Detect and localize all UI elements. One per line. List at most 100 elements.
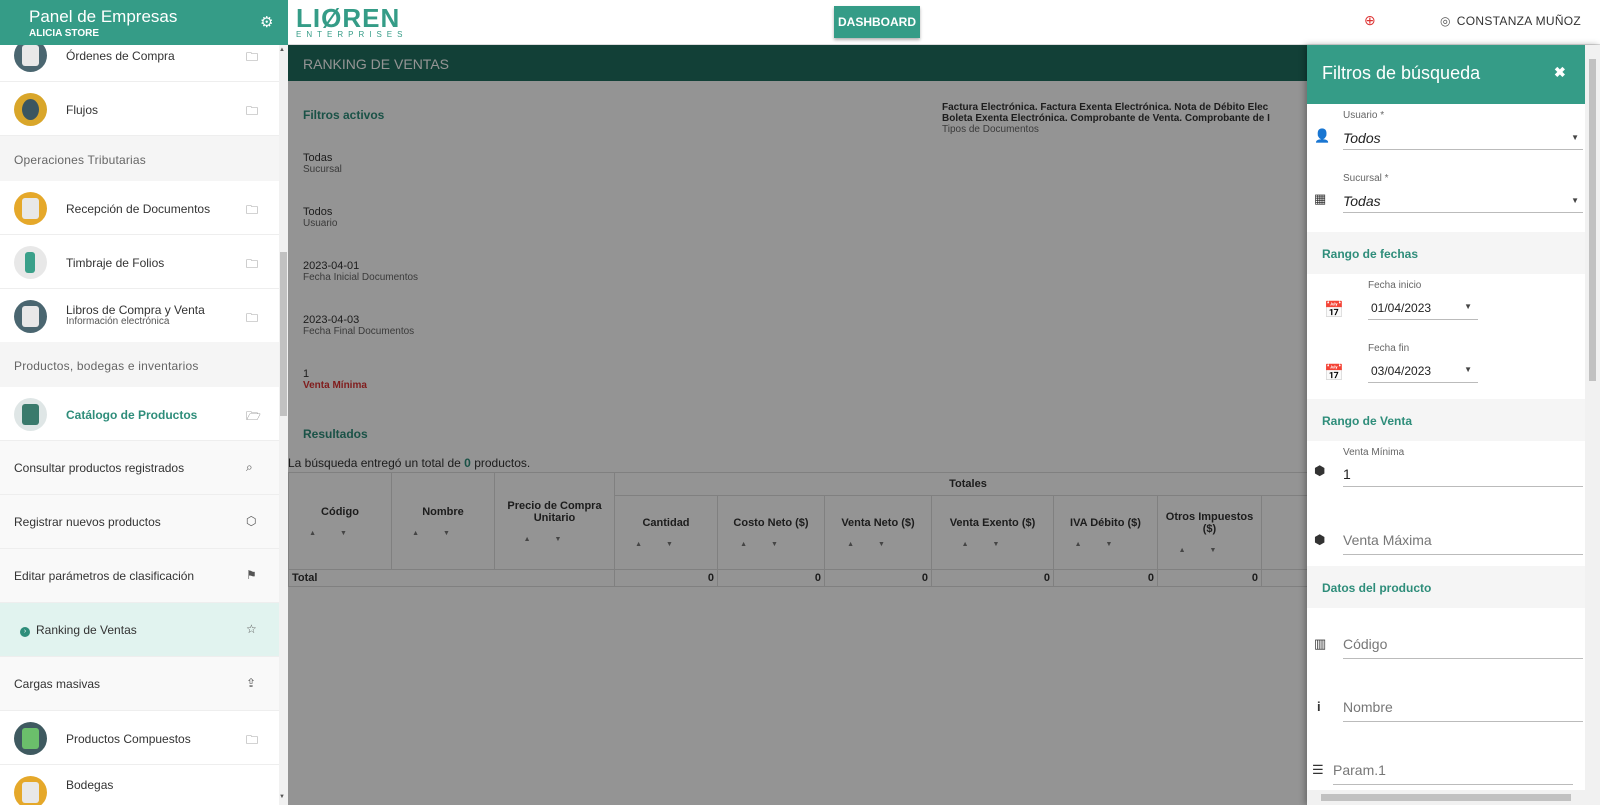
stamp-icon [14,246,47,279]
folder-icon: 🗀 [246,104,259,118]
user-name: CONSTANZA MUÑOZ [1456,14,1582,28]
submenu-ranking-ventas[interactable]: › Ranking de Ventas ☆ [0,603,279,657]
box-icon: ⬢ [1314,463,1326,478]
scrollbar-thumb[interactable] [1589,59,1596,381]
scroll-up-icon[interactable]: ▲ [279,47,285,53]
warehouse-icon [14,776,47,805]
sidebar-item-libros-compra-venta[interactable]: Libros de Compra y Venta Información ele… [0,289,279,343]
submenu-label: Cargas masivas [14,677,101,691]
filter-panel-title: Filtros de búsqueda [1322,63,1481,83]
nombre-field[interactable]: i Nombre [1307,671,1585,734]
submenu-cargas-masivas[interactable]: Cargas masivas ⇪ [0,657,279,711]
fecha-fin-value[interactable]: 03/04/2023 ▼ [1368,359,1478,383]
codigo-input[interactable]: Código [1343,636,1583,659]
filter-panel-scrollbar[interactable] [1585,45,1600,805]
sucursal-label: Sucursal * [1343,173,1389,184]
sidebar-item-productos-compuestos[interactable]: Productos Compuestos 🗀 [0,711,279,765]
flow-icon [14,93,47,126]
folder-icon: 🗀 [246,203,259,217]
folder-icon: 🗀 [246,733,259,747]
composite-products-icon [14,722,47,755]
venta-minima-input[interactable]: 1 [1343,463,1583,487]
sidebar-item-label: Libros de Compra y Venta [66,303,205,317]
section-rango-fechas: Rango de fechas [1307,232,1585,274]
submenu-registrar-productos[interactable]: Registrar nuevos productos ⬡ [0,495,279,549]
param1-field[interactable]: ☰ Param.1 [1307,734,1585,797]
usuario-select[interactable]: 👤 Usuario * Todos ▼ [1307,104,1585,167]
person-icon: 👤 [1314,128,1331,143]
sidebar-item-label: Productos Compuestos [66,732,191,746]
boxes-icon: ⬢ [1314,532,1326,547]
filter-panel-header: Filtros de búsqueda ✖ [1307,45,1585,104]
scrollbar-thumb[interactable] [280,252,287,416]
codigo-field[interactable]: ▥ Código [1307,608,1585,671]
lifebuoy-icon[interactable]: ⊕ [1364,12,1376,29]
info-icon: i [1317,699,1321,714]
sidebar-item-sublabel: Información electrónica [66,316,170,327]
scroll-down-icon[interactable]: ▼ [279,794,285,800]
list-icon: ☰ [1312,762,1324,777]
submenu-label: Registrar nuevos productos [14,515,161,529]
dropdown-arrow-icon: ▼ [1464,302,1472,311]
document-icon [14,45,47,72]
usuario-value[interactable]: Todos ▼ [1343,126,1583,150]
sidebar-item-catalogo-productos[interactable]: Catálogo de Productos 🗁 [0,387,279,441]
section-operaciones-tributarias: Operaciones Tributarias [0,136,279,181]
scrollbar-thumb[interactable] [1321,794,1571,801]
nombre-input[interactable]: Nombre [1343,699,1583,722]
sidebar-item-flujos[interactable]: Flujos 🗀 [0,82,279,136]
sidebar: Panel de Empresas ALICIA STORE ⚙ Órdenes… [0,0,288,805]
barcode-icon: ▥ [1314,636,1327,651]
chevron-right-icon: › [20,627,30,637]
fecha-inicio-value[interactable]: 01/04/2023 ▼ [1368,296,1478,320]
sidebar-item-recepcion-documentos[interactable]: Recepción de Documentos 🗀 [0,181,279,235]
venta-minima-field[interactable]: ⬢ Venta Mínima 1 [1307,441,1585,504]
sidebar-title: Panel de Empresas [29,7,178,26]
dropdown-arrow-icon: ▼ [1571,196,1579,205]
company-name: ALICIA STORE [29,28,100,39]
section-rango-venta: Rango de Venta [1307,399,1585,441]
books-icon [14,300,47,333]
folder-icon: 🗀 [246,311,259,325]
sidebar-scrollbar[interactable]: ▲ ▼ [279,45,288,805]
calendar-icon[interactable]: 📅 [1324,363,1344,383]
venta-maxima-field[interactable]: ⬢ Venta Máxima [1307,504,1585,567]
submenu-editar-parametros[interactable]: Editar parámetros de clasificación ⚑ [0,549,279,603]
box-icon: ⬡ [246,514,257,528]
submenu-label: Consultar productos registrados [14,461,185,475]
usuario-label: Usuario * [1343,110,1385,121]
sidebar-item-bodegas[interactable]: Bodegas [0,765,279,805]
fecha-fin-picker[interactable]: 📅 Fecha fin 03/04/2023 ▼ [1307,337,1585,400]
close-icon[interactable]: ✖ [1554,64,1566,81]
sucursal-select[interactable]: ▦ Sucursal * Todas ▼ [1307,167,1585,230]
fecha-inicio-picker[interactable]: 📅 Fecha inicio 01/04/2023 ▼ [1307,274,1585,337]
sidebar-item-timbraje-folios[interactable]: Timbraje de Folios 🗀 [0,235,279,289]
submenu-consultar-productos[interactable]: Consultar productos registrados ⌕ [0,441,279,495]
param1-input[interactable]: Param.1 [1333,762,1573,785]
venta-maxima-input[interactable]: Venta Máxima [1343,532,1583,555]
gear-icon[interactable]: ⚙ [260,13,273,31]
sucursal-value[interactable]: Todas ▼ [1343,189,1583,213]
catalog-icon [14,398,47,431]
user-menu[interactable]: ◎ CONSTANZA MUÑOZ [1440,14,1581,28]
top-bar: LIØREN ENTERPRISES DASHBOARD ⊕ ◎ CONSTANZ… [288,0,1600,45]
star-icon: ☆ [246,622,257,636]
calendar-icon[interactable]: 📅 [1324,300,1344,320]
sidebar-header: Panel de Empresas ALICIA STORE ⚙ [0,0,288,45]
folder-open-icon: 🗁 [246,409,261,423]
sidebar-item-label: Flujos [66,103,99,117]
venta-minima-label: Venta Mínima [1343,447,1405,458]
sidebar-item-ordenes-de-compra[interactable]: Órdenes de Compra 🗀 [0,45,279,82]
sidebar-item-label: Órdenes de Compra [66,49,175,63]
upload-icon: ⇪ [246,676,257,690]
folder-icon: 🗀 [246,257,259,271]
dropdown-arrow-icon: ▼ [1571,133,1579,142]
fecha-fin-label: Fecha fin [1368,343,1410,354]
sidebar-item-label: Timbraje de Folios [66,256,165,270]
building-icon: ▦ [1314,191,1327,206]
submenu-label: Ranking de Ventas [36,623,137,637]
filter-panel-hscrollbar[interactable] [1307,790,1585,805]
logo[interactable]: LIØREN ENTERPRISES [296,4,416,40]
dashboard-button[interactable]: DASHBOARD [834,6,920,38]
submenu-label: Editar parámetros de clasificación [14,569,195,583]
